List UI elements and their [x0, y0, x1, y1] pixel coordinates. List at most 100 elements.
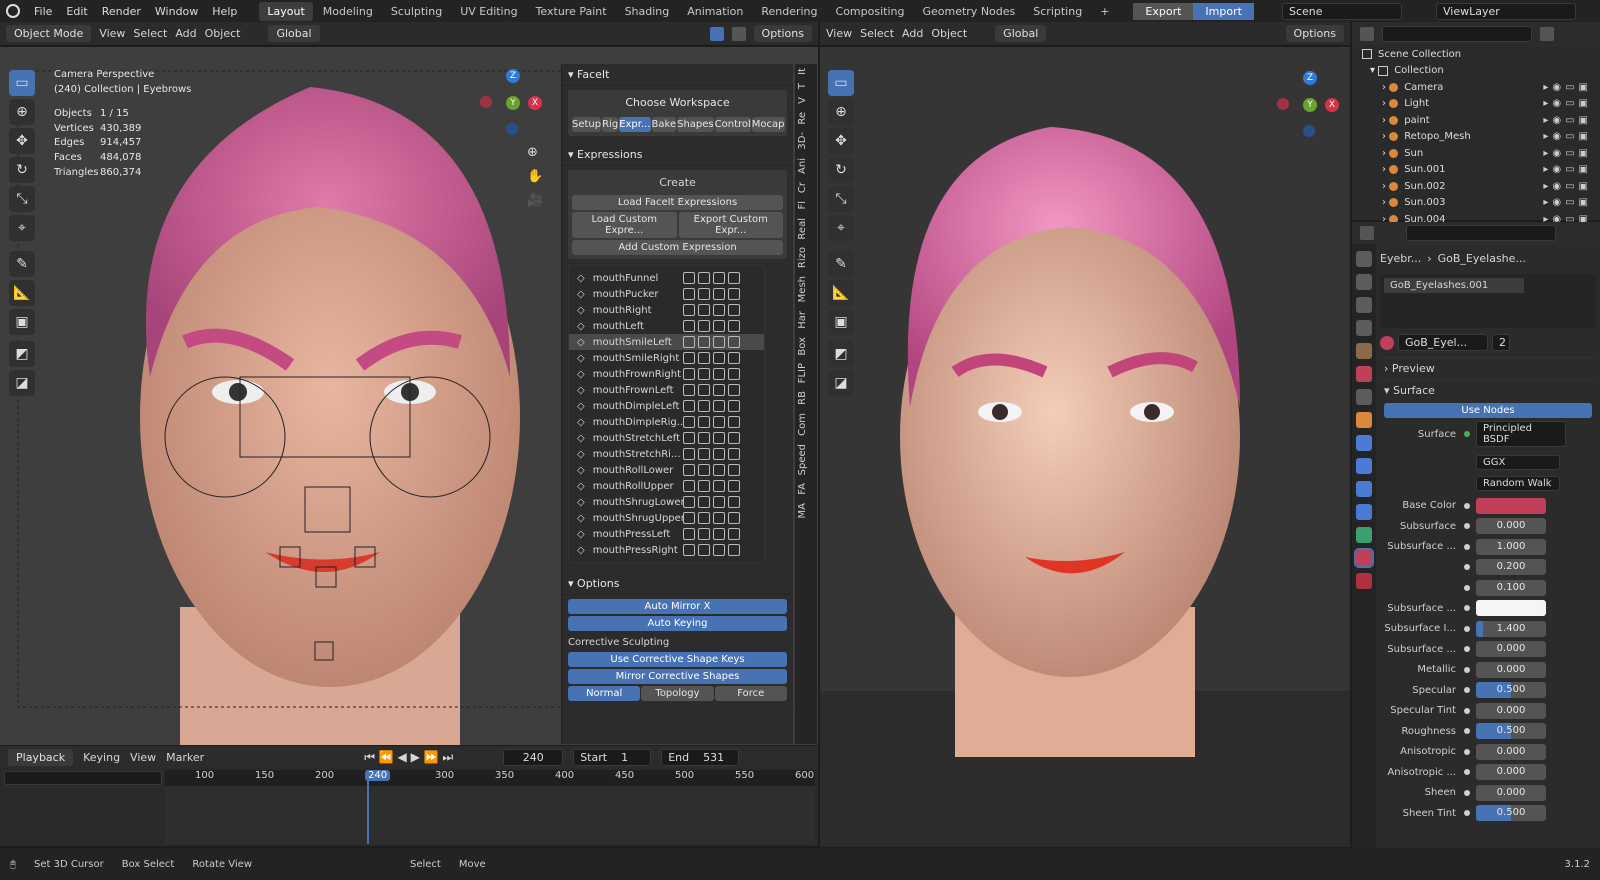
playback-menu[interactable]: Playback	[8, 748, 74, 766]
sidebar-tab[interactable]: Fl	[795, 197, 810, 214]
outliner-item[interactable]: › Sun.002 ▸◉▭▣	[1352, 178, 1600, 195]
value-slider[interactable]: 0.000	[1476, 518, 1546, 535]
outliner-item[interactable]: › paint ▸◉▭▣	[1352, 112, 1600, 129]
expression-list-item[interactable]: ◇ mouthFrownLeft	[569, 382, 764, 398]
physics-tab-icon[interactable]	[1356, 481, 1372, 497]
extra-tool-icon[interactable]: ◪	[9, 370, 35, 396]
expression-list-item[interactable]: ◇ mouthRollLower	[569, 462, 764, 478]
tab-animation[interactable]: Animation	[679, 2, 751, 21]
sidebar-tab[interactable]: Real	[795, 214, 810, 244]
value-slider[interactable]: 1.400	[1476, 620, 1546, 637]
right-select-menu[interactable]: Select	[860, 27, 894, 40]
preview-section[interactable]: › Preview	[1380, 357, 1596, 379]
swap-icon[interactable]	[697, 288, 710, 300]
outliner-item[interactable]: › Sun ▸◉▭▣	[1352, 145, 1600, 162]
scale-tool-icon[interactable]: ⤡	[9, 186, 35, 212]
sidebar-tab[interactable]: Ani	[795, 154, 810, 178]
right-rotate-tool-icon[interactable]: ↻	[828, 157, 854, 183]
visibility-icons[interactable]: ▸◉▭▣	[1543, 148, 1592, 159]
add-custom-expression-button[interactable]: Add Custom Expression	[572, 240, 783, 255]
camera-view-icon[interactable]: 🎥	[527, 189, 543, 213]
surface-section-header[interactable]: ▾ Surface	[1380, 379, 1596, 401]
expression-list-item[interactable]: ◇ mouthRollUpper	[569, 478, 764, 494]
playhead[interactable]	[367, 770, 369, 844]
frame-ruler[interactable]: 100 150 200 240 300 350 400 450 500 550 600	[165, 770, 815, 786]
navigation-gizmo[interactable]: Z X Y	[478, 67, 548, 137]
auto-keying-toggle[interactable]: Auto Keying	[568, 616, 787, 631]
mirror-icon[interactable]	[682, 480, 695, 492]
visibility-icons[interactable]: ▸◉▭▣	[1543, 197, 1592, 208]
outliner-collection[interactable]: ▾ Collection	[1352, 63, 1600, 80]
blender-logo-icon[interactable]	[6, 4, 20, 18]
visibility-icons[interactable]: ▸◉▭▣	[1543, 131, 1592, 142]
reset-icon[interactable]	[712, 384, 725, 396]
swap-icon[interactable]	[697, 272, 710, 284]
reset-icon[interactable]	[712, 400, 725, 412]
material-name-field[interactable]: GoB_Eyel...	[1398, 334, 1488, 351]
tab-shapes[interactable]: Shapes	[677, 117, 714, 132]
material-sphere-icon[interactable]	[1380, 335, 1394, 350]
material-slot[interactable]: GoB_Eyelashes.001	[1384, 278, 1524, 293]
swap-icon[interactable]	[697, 352, 710, 364]
tab-rig[interactable]: Rig	[602, 117, 619, 132]
swap-icon[interactable]	[697, 480, 710, 492]
mirror-icon[interactable]	[682, 496, 695, 508]
menu-window[interactable]: Window	[149, 5, 204, 18]
expression-list-item[interactable]: ◇ mouthFunnel	[569, 270, 764, 286]
expression-list-item[interactable]: ◇ mouthStretchLeft	[569, 430, 764, 446]
tab-scripting[interactable]: Scripting	[1025, 2, 1090, 21]
expressions-list[interactable]: ◇ mouthFunnel ◇ mouthPucker ◇ mouthRight ◇ mout…	[568, 265, 765, 563]
load-custom-expressions-button[interactable]: Load Custom Expre...	[572, 212, 677, 238]
sidebar-tab[interactable]: Cr	[795, 178, 810, 197]
particles-tab-icon[interactable]	[1356, 458, 1372, 474]
render-tab-icon[interactable]	[1356, 274, 1372, 290]
reset-icon[interactable]	[712, 432, 725, 444]
outliner-item[interactable]: › Camera ▸◉▭▣	[1352, 79, 1600, 96]
expression-list-item[interactable]: ◇ mouthPressLeft	[569, 526, 764, 542]
sculpt-brush-icon[interactable]	[727, 400, 740, 412]
swap-icon[interactable]	[697, 368, 710, 380]
object-menu[interactable]: Object	[205, 27, 241, 40]
tab-sculpting[interactable]: Sculpting	[383, 2, 450, 21]
data-tab-icon[interactable]	[1356, 527, 1372, 543]
sidebar-tab[interactable]: FA	[795, 479, 810, 499]
right-add-menu[interactable]: Add	[902, 27, 923, 40]
value-slider[interactable]: 0.500	[1476, 682, 1546, 699]
auto-mirror-x-toggle[interactable]: Auto Mirror X	[568, 599, 787, 614]
reset-icon[interactable]	[712, 496, 725, 508]
swap-icon[interactable]	[697, 384, 710, 396]
timeline-search-input[interactable]	[4, 771, 162, 785]
reset-icon[interactable]	[712, 304, 725, 316]
mirror-icon[interactable]	[682, 400, 695, 412]
sculpt-brush-icon[interactable]	[727, 464, 740, 476]
load-faceit-expressions-button[interactable]: Load FaceIt Expressions	[572, 195, 783, 210]
annotate-tool-icon[interactable]: ✎	[9, 251, 35, 277]
add-workspace-button[interactable]: +	[1092, 2, 1117, 21]
sculpt-brush-icon[interactable]	[727, 416, 740, 428]
move-tool-icon[interactable]: ✥	[9, 128, 35, 154]
swap-icon[interactable]	[697, 336, 710, 348]
expression-list-item[interactable]: ◇ mouthSmileRight	[569, 350, 764, 366]
swap-icon[interactable]	[697, 528, 710, 540]
visibility-icons[interactable]: ▸◉▭▣	[1543, 98, 1592, 109]
expression-list-item[interactable]: ◇ mouthDimpleRig...	[569, 414, 764, 430]
value-slider[interactable]: 0.500	[1476, 723, 1546, 740]
value-slider[interactable]: 0.200	[1476, 559, 1546, 576]
sidebar-tab[interactable]: Box	[795, 333, 810, 360]
mirror-icon[interactable]	[682, 320, 695, 332]
value-slider[interactable]: 0.000	[1476, 702, 1546, 719]
mirror-icon[interactable]	[682, 336, 695, 348]
measure-tool-icon[interactable]: 📐	[9, 280, 35, 306]
mode-force[interactable]: Force	[714, 686, 787, 701]
output-tab-icon[interactable]	[1356, 297, 1372, 313]
reset-icon[interactable]	[712, 336, 725, 348]
select-menu[interactable]: Select	[133, 27, 167, 40]
faceit-header[interactable]: ▾ FaceIt	[562, 64, 793, 86]
sidebar-tab[interactable]: Com	[795, 409, 810, 440]
sidebar-tab[interactable]: RB	[795, 387, 810, 409]
right-shear-tool-icon[interactable]: ◩	[828, 341, 854, 367]
expression-list-item[interactable]: ◇ mouthShrugLower	[569, 494, 764, 510]
properties-search-input[interactable]	[1406, 225, 1556, 241]
playback-controls[interactable]: ⏮ ⏪ ◀ ▶ ⏩ ⏭	[364, 750, 453, 765]
cursor-tool-icon[interactable]: ⊕	[9, 99, 35, 125]
